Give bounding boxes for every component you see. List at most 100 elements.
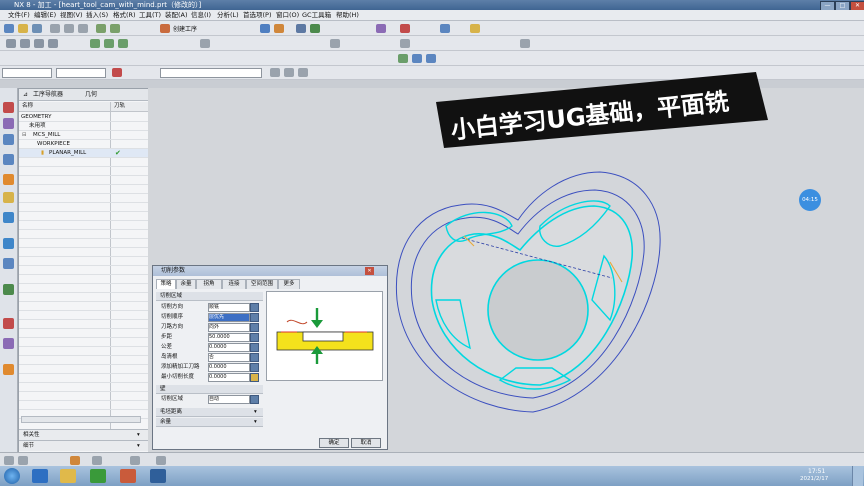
history-palette-icon[interactable] — [3, 364, 14, 375]
menu-help[interactable]: 帮助(H) — [336, 10, 359, 20]
chevron-down-icon[interactable] — [250, 395, 259, 404]
cut-icon[interactable] — [50, 24, 60, 33]
shaded-view-icon[interactable] — [274, 24, 284, 33]
island-cleanup-value[interactable]: 否 — [208, 353, 250, 362]
chevron-down-icon[interactable] — [250, 353, 259, 362]
check-icon[interactable] — [398, 54, 408, 63]
menu-edit[interactable]: 编辑(E) — [34, 10, 56, 20]
tree-row-workpiece[interactable]: WORKPIECE — [19, 140, 148, 149]
analysis-icon[interactable] — [470, 24, 480, 33]
finish-pass-value[interactable]: 0.0000 — [208, 363, 250, 372]
copy-icon[interactable] — [64, 24, 74, 33]
pattern-direction-value[interactable]: 向外 — [208, 323, 250, 332]
chevron-down-icon[interactable] — [250, 363, 259, 372]
menu-format[interactable]: 格式(R) — [113, 10, 136, 20]
verify-toolpath-icon[interactable] — [118, 39, 128, 48]
tree-row-planar-mill[interactable]: ▮ PLANAR_MILL ✔ — [19, 149, 148, 158]
wcs-icon[interactable] — [92, 456, 102, 465]
process-studio-icon[interactable] — [3, 284, 14, 295]
horizontal-scrollbar[interactable] — [21, 416, 141, 423]
refresh-icon[interactable] — [156, 456, 166, 465]
lock-icon[interactable] — [250, 373, 259, 382]
navigator-pin-icon[interactable]: ⊿ — [23, 91, 28, 98]
roles-icon[interactable] — [3, 238, 14, 249]
show-desktop-button[interactable] — [852, 466, 863, 486]
type-filter-select[interactable] — [2, 68, 52, 78]
chevron-down-icon[interactable] — [250, 343, 259, 352]
part-nav-icon[interactable] — [412, 54, 422, 63]
clock-time[interactable]: 17:51 — [808, 468, 825, 475]
machine-navigator-tab-icon[interactable] — [3, 118, 14, 129]
new-icon[interactable] — [4, 24, 14, 33]
selection-icon[interactable] — [4, 456, 14, 465]
gc-toolbox-icon[interactable] — [3, 338, 14, 349]
column-toolpath[interactable]: 刀轨 — [114, 102, 125, 111]
app-icon[interactable] — [120, 469, 136, 483]
generate-toolpath-icon[interactable] — [90, 39, 100, 48]
menu-preferences[interactable]: 首选项(P) — [243, 10, 272, 20]
edit-object-icon[interactable] — [400, 39, 410, 48]
nx-app-icon[interactable] — [150, 469, 166, 483]
tab-corners[interactable]: 拐角 — [196, 279, 222, 289]
menu-file[interactable]: 文件(F) — [8, 10, 30, 20]
tree-row-mcs[interactable]: ⊟ MCS_MILL — [19, 131, 148, 140]
delete-icon[interactable] — [520, 39, 530, 48]
history-tab-icon[interactable] — [3, 154, 14, 165]
menu-insert[interactable]: 插入(S) — [86, 10, 108, 20]
min-cut-length-value[interactable]: 0.0000 — [208, 373, 250, 382]
clock-date[interactable]: 2021/2/17 — [800, 476, 828, 482]
menu-assembly[interactable]: 装配(A) — [165, 10, 188, 20]
ok-button[interactable]: 确定 — [319, 438, 349, 448]
dialog-close-button[interactable]: ✕ — [365, 267, 374, 275]
start-button[interactable] — [4, 468, 20, 484]
assembly-nav-icon[interactable] — [426, 54, 436, 63]
menu-gc-toolbox[interactable]: GC工具箱 — [302, 10, 331, 20]
app-icon[interactable] — [90, 469, 106, 483]
stepover-value[interactable]: 50.0000 — [208, 333, 250, 342]
fit-view-icon[interactable] — [260, 24, 270, 33]
tab-containment[interactable]: 空间范围 — [246, 279, 278, 289]
web-browser-icon[interactable] — [3, 212, 14, 223]
column-name[interactable]: 名称 — [22, 102, 33, 111]
dependencies-panel[interactable]: 相关性 ▾ — [19, 429, 148, 440]
shop-doc-icon[interactable] — [330, 39, 340, 48]
snap-icon[interactable] — [400, 24, 410, 33]
menu-info[interactable]: 信息(I) — [191, 10, 211, 20]
snap-midpoint-icon[interactable] — [284, 68, 294, 77]
wall-value[interactable]: 自动 — [208, 395, 250, 404]
render-icon[interactable] — [376, 24, 386, 33]
tab-strategy[interactable]: 策略 — [156, 279, 176, 289]
undo-icon[interactable] — [96, 24, 106, 33]
chevron-down-icon[interactable] — [250, 313, 259, 322]
replay-toolpath-icon[interactable] — [104, 39, 114, 48]
menu-analysis[interactable]: 分析(L) — [217, 10, 239, 20]
method-view-icon[interactable] — [48, 39, 58, 48]
snap-endpoint-icon[interactable] — [270, 68, 280, 77]
menu-view[interactable]: 视图(V) — [60, 10, 83, 20]
explorer-icon[interactable] — [60, 469, 76, 483]
create-operation-label[interactable]: 创建工序 — [173, 24, 197, 33]
postprocess-icon[interactable] — [200, 39, 210, 48]
snap-icon[interactable] — [18, 456, 28, 465]
tree-row-geometry[interactable]: GEOMETRY — [19, 113, 148, 122]
orient-icon[interactable] — [130, 456, 140, 465]
operation-navigator-tab-icon[interactable] — [3, 102, 14, 113]
palette-icon[interactable] — [3, 192, 14, 203]
browser-icon[interactable] — [32, 469, 48, 483]
expand-icon[interactable]: ⊟ — [22, 131, 27, 139]
part-navigator-tab-icon[interactable] — [3, 134, 14, 145]
layer-icon[interactable] — [310, 24, 320, 33]
tab-connections[interactable]: 连接 — [222, 279, 246, 289]
chevron-down-icon[interactable] — [250, 323, 259, 332]
reuse-library-icon[interactable] — [3, 174, 14, 185]
menu-tools[interactable]: 工具(T) — [139, 10, 161, 20]
tolerance-value[interactable]: 0.0000 — [208, 343, 250, 352]
select-filter-icon[interactable] — [112, 68, 122, 77]
wireframe-icon[interactable] — [296, 24, 306, 33]
tree-row-unused[interactable]: 未用项 — [19, 122, 148, 131]
program-order-icon[interactable] — [6, 39, 16, 48]
details-panel[interactable]: 细节 ▾ — [19, 440, 148, 451]
paste-icon[interactable] — [78, 24, 88, 33]
menu-window[interactable]: 窗口(O) — [276, 10, 299, 20]
open-icon[interactable] — [18, 24, 28, 33]
